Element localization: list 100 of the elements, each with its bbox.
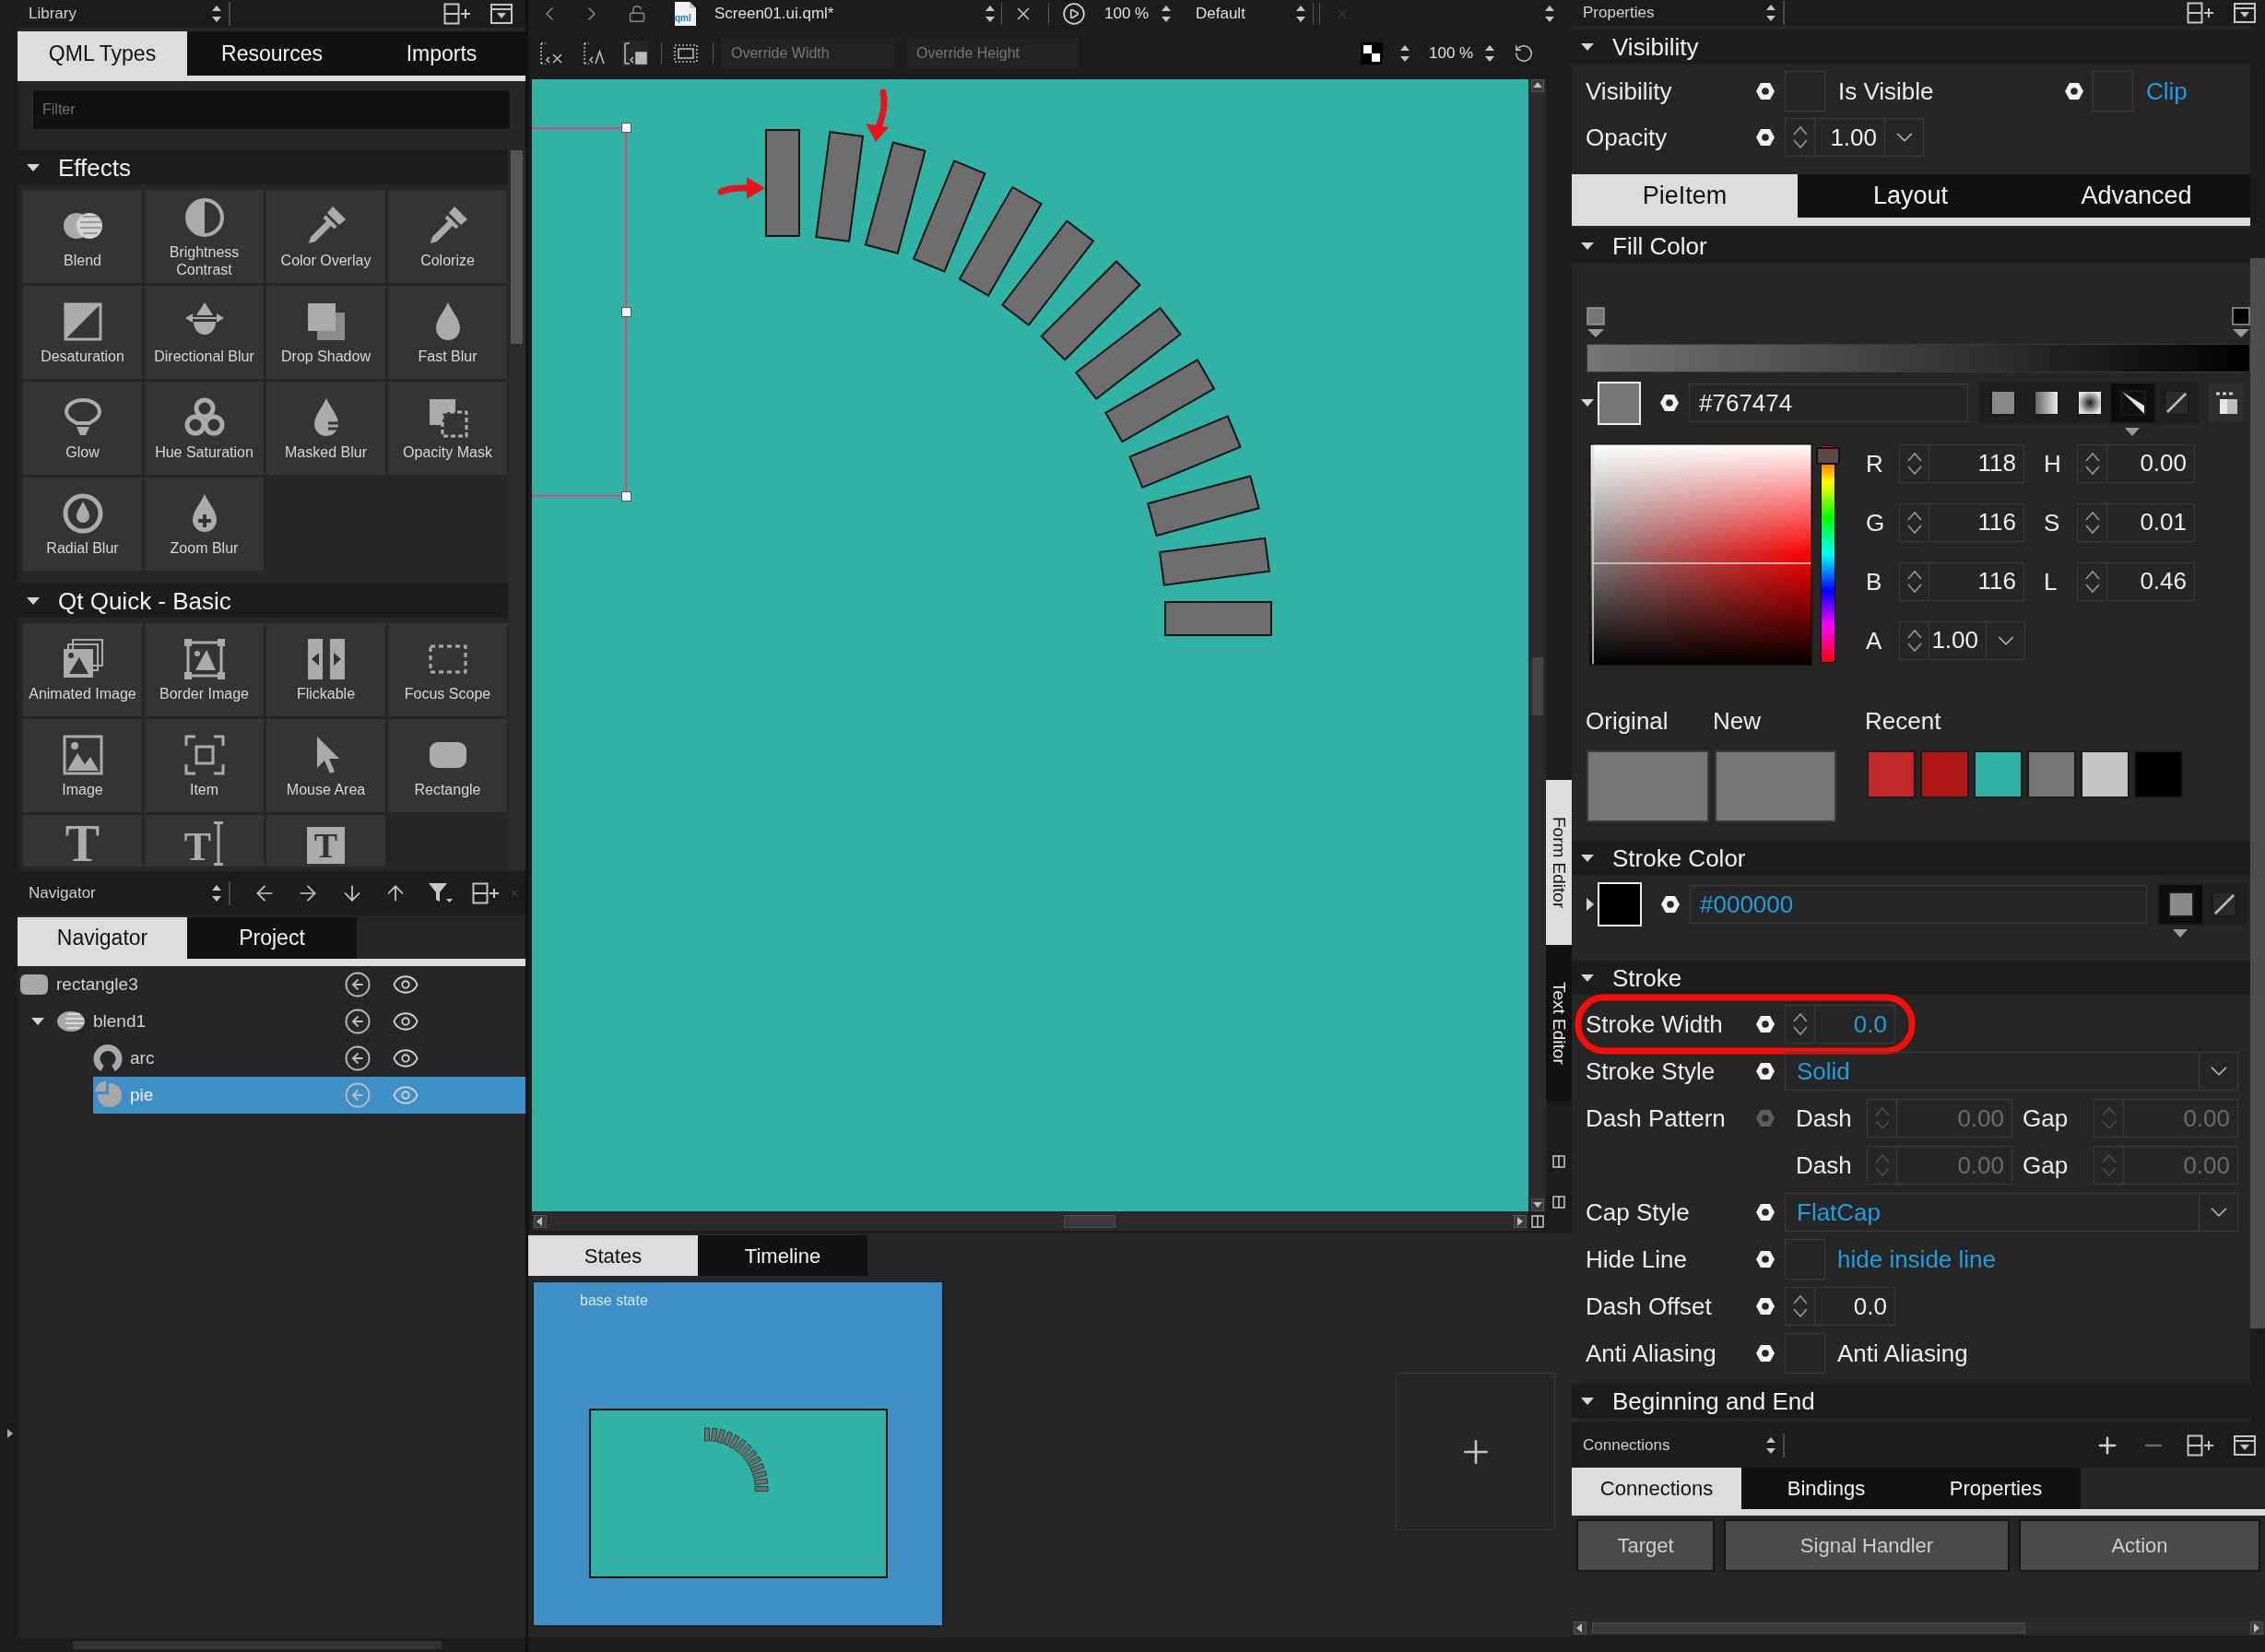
style-selector[interactable]: Default xyxy=(1186,2,1306,26)
reset-icon[interactable] xyxy=(344,971,372,998)
component-tile[interactable]: Mouse Area xyxy=(266,719,385,812)
color-swatch[interactable] xyxy=(2134,750,2183,798)
dropdown[interactable]: Solid xyxy=(1785,1052,2238,1091)
resize-handle[interactable] xyxy=(621,307,631,317)
scrollbar-thumb[interactable] xyxy=(1531,657,1543,715)
tab[interactable]: QML Types xyxy=(18,31,187,76)
open-lock-icon[interactable] xyxy=(628,5,646,23)
play-icon[interactable] xyxy=(1062,2,1086,26)
component-tile[interactable]: Masked Blur xyxy=(266,382,385,475)
hexagon-icon[interactable] xyxy=(1755,1062,1775,1080)
hexagon-icon[interactable] xyxy=(1755,1297,1775,1316)
panel-title[interactable]: Properties xyxy=(1583,3,1655,23)
scroll-down-icon[interactable] xyxy=(1530,1198,1544,1211)
component-tile[interactable]: Brightness Contrast xyxy=(145,190,264,283)
scroll-left-icon[interactable] xyxy=(534,1214,547,1228)
bracket-arrow-icon[interactable] xyxy=(582,41,608,66)
tab[interactable]: Properties xyxy=(1911,1468,2081,1509)
checkerboard-icon[interactable] xyxy=(1361,42,1383,65)
gradient-stop-handle[interactable] xyxy=(2232,307,2250,338)
scroll-right-icon[interactable] xyxy=(1514,1214,1527,1228)
component-tile[interactable]: Image xyxy=(23,719,142,812)
spin-box[interactable]: 116 xyxy=(1899,561,2024,601)
side-tab[interactable]: Text Editor xyxy=(1546,945,1572,1102)
color-swatch[interactable] xyxy=(1974,750,2023,798)
up-down-arrows-icon[interactable] xyxy=(1484,44,1495,63)
spin-box[interactable]: 0.00 xyxy=(2077,443,2195,483)
component-tile[interactable]: Desaturation xyxy=(23,286,142,379)
reset-icon[interactable] xyxy=(344,1044,372,1072)
panel-title[interactable]: Navigator xyxy=(29,883,96,903)
hexagon-icon[interactable] xyxy=(1755,1015,1775,1033)
component-tile[interactable]: Flickable xyxy=(266,623,385,716)
tab[interactable]: PieItem xyxy=(1572,174,1798,218)
tab[interactable]: Imports xyxy=(357,31,526,76)
split-add-icon[interactable] xyxy=(472,882,500,904)
section-header[interactable]: Visibility xyxy=(1572,30,2250,64)
component-tile[interactable]: Radial Blur xyxy=(23,478,142,571)
hexagon-icon[interactable] xyxy=(1755,128,1775,147)
up-down-arrows-icon[interactable] xyxy=(1295,5,1306,23)
split-view-icon[interactable] xyxy=(1552,1196,1565,1209)
override-height-field[interactable]: Override Height xyxy=(907,39,1078,68)
hex-color-field[interactable]: #767474 xyxy=(1689,384,1968,422)
new-color-swatch[interactable] xyxy=(1715,750,1836,822)
section-header[interactable]: Effects xyxy=(18,150,508,184)
dropdown-box-icon[interactable] xyxy=(2234,3,2256,23)
component-tile[interactable]: Directional Blur xyxy=(145,286,264,379)
hexagon-icon[interactable] xyxy=(2064,82,2084,100)
dropdown-box-icon[interactable] xyxy=(490,4,513,24)
resize-handle[interactable] xyxy=(621,123,631,133)
scrollbar-thumb[interactable] xyxy=(2250,258,2265,1328)
spin-box[interactable]: 0.46 xyxy=(2077,561,2195,601)
vertical-scrollbar[interactable] xyxy=(508,150,525,871)
color-swatch[interactable] xyxy=(1920,750,1969,798)
component-tile[interactable]: Rectangle xyxy=(388,719,507,812)
component-tile[interactable]: Opacity Mask xyxy=(388,382,507,475)
component-tile[interactable]: Animated Image xyxy=(23,623,142,716)
tab[interactable]: Project xyxy=(187,917,357,959)
reset-icon[interactable] xyxy=(344,1008,372,1035)
section-header[interactable]: Stroke xyxy=(1572,961,2250,995)
scrollbar-thumb[interactable] xyxy=(1592,1622,2025,1634)
hexagon-icon[interactable] xyxy=(1755,1250,1775,1268)
saturation-lightness-picker[interactable] xyxy=(1589,443,1812,666)
color-swatch[interactable] xyxy=(2081,750,2129,798)
horizontal-scrollbar[interactable] xyxy=(18,1638,525,1652)
reset-icon[interactable] xyxy=(1514,43,1534,64)
spin-box[interactable]: 116 xyxy=(1899,502,2024,542)
spin-box[interactable]: 0.01 xyxy=(2077,502,2195,542)
gradient-presets-button[interactable] xyxy=(2209,384,2244,422)
spin-box[interactable]: 118 xyxy=(1899,443,2024,483)
column-header[interactable]: Signal Handler xyxy=(1724,1519,2010,1572)
hexagon-icon[interactable] xyxy=(1660,895,1681,914)
component-tile[interactable]: Focus Scope xyxy=(388,623,507,716)
original-color-swatch[interactable] xyxy=(1587,750,1709,822)
component-tile[interactable]: T xyxy=(266,815,385,867)
hexagon-icon[interactable] xyxy=(1755,1344,1775,1363)
dropdown[interactable]: FlatCap xyxy=(1785,1193,2238,1232)
section-header[interactable]: Fill Color xyxy=(1572,229,2250,263)
component-tile[interactable]: Hue Saturation xyxy=(145,382,264,475)
section-header[interactable]: Qt Quick - Basic xyxy=(18,584,508,618)
split-view-icon[interactable] xyxy=(1531,1214,1544,1228)
bracket-square-icon[interactable] xyxy=(622,41,648,66)
fill-mode-button[interactable] xyxy=(2159,885,2202,924)
tab[interactable]: Connections xyxy=(1572,1468,1741,1509)
resize-handle[interactable] xyxy=(621,491,631,502)
filter-field[interactable]: Filter xyxy=(32,89,511,130)
vertical-scrollbar[interactable] xyxy=(1528,79,1546,1211)
tab[interactable]: Bindings xyxy=(1741,1468,1911,1509)
hexagon-icon[interactable] xyxy=(1755,1203,1775,1221)
slider-handle[interactable] xyxy=(1816,447,1840,466)
override-width-field[interactable]: Override Width xyxy=(722,39,895,68)
scrollbar-thumb[interactable] xyxy=(1064,1214,1115,1228)
up-down-arrows-icon[interactable] xyxy=(1161,5,1172,23)
hue-slider[interactable] xyxy=(1816,445,1840,663)
section-header[interactable]: Beginning and End xyxy=(1572,1384,2250,1418)
component-tile[interactable]: Blend xyxy=(23,190,142,283)
zoom-selector[interactable]: 100 % xyxy=(1420,41,1495,65)
component-tile[interactable]: Fast Blur xyxy=(388,286,507,379)
scroll-right-icon[interactable] xyxy=(2250,1621,2263,1634)
scroll-left-icon[interactable] xyxy=(1574,1621,1587,1634)
